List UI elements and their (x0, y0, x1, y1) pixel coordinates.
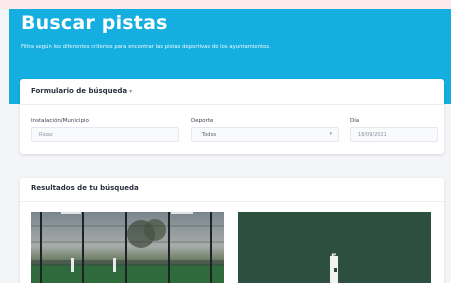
divider (20, 201, 444, 202)
court-number: 5 (331, 253, 337, 263)
search-form-toggle[interactable]: Formulario de búsqueda ▾ (31, 87, 132, 95)
results-card: Resultados de tu búsqueda 5 (20, 178, 444, 283)
chevron-down-icon: ▾ (329, 131, 332, 137)
sport-label: Deporte (191, 118, 214, 124)
venue-label: Instalación/Municipio (31, 118, 89, 124)
padel-court-photo[interactable] (31, 212, 224, 283)
results-title: Resultados de tu búsqueda (31, 184, 139, 192)
court-number-photo[interactable]: 5 (238, 212, 431, 283)
search-form-card: Formulario de búsqueda ▾ Instalación/Muni… (20, 79, 444, 154)
page-subtitle: Filtra según los diferentes criterios pa… (21, 44, 271, 50)
padel-court-illustration (31, 212, 224, 283)
court-surface-illustration: 5 (238, 212, 431, 283)
sport-select[interactable]: Todos ▾ (191, 127, 339, 142)
venue-input[interactable]: Rioaz (31, 127, 179, 142)
date-label: Día (350, 118, 360, 124)
top-decorative-strip (0, 0, 451, 9)
search-form-title: Formulario de búsqueda (31, 87, 128, 95)
date-input[interactable]: 18/09/2021 (350, 127, 438, 142)
chevron-down-icon: ▾ (129, 88, 133, 95)
sport-select-value: Todos (202, 132, 217, 138)
page-title: Buscar pistas (21, 12, 168, 34)
divider (20, 104, 444, 105)
